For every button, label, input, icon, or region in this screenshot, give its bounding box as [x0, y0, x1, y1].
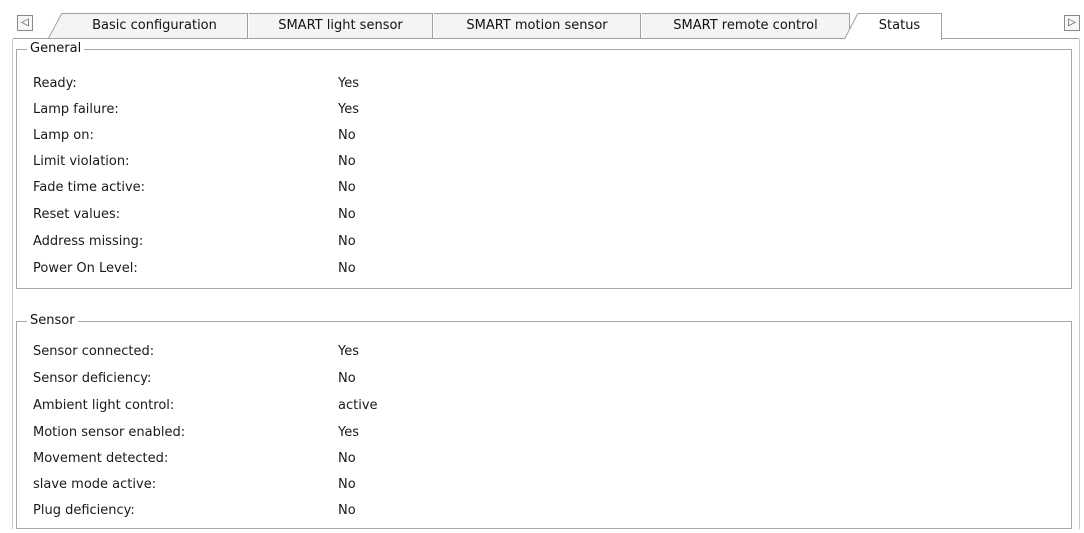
row-value: Yes: [338, 76, 359, 91]
row-label: Sensor connected:: [33, 344, 155, 359]
row-value: No: [338, 261, 356, 276]
row-value: No: [338, 180, 356, 195]
tab-smart-remote-control[interactable]: SMART remote control: [642, 13, 850, 39]
sensor-group-title: Sensor: [27, 313, 78, 329]
row-label: Address missing:: [33, 234, 144, 249]
row-value: No: [338, 128, 356, 143]
tab-label: SMART motion sensor: [466, 18, 608, 33]
tab-smart-light-sensor[interactable]: SMART light sensor: [249, 13, 433, 39]
row-value: No: [338, 477, 356, 492]
scroll-right-icon[interactable]: ▷: [1064, 15, 1080, 31]
tab-strip: ◁ Basic configuration SMART light sensor…: [0, 0, 1084, 40]
general-group: General Ready: Yes Lamp failure: Yes Lam…: [16, 41, 1072, 289]
row-label: slave mode active:: [33, 477, 157, 492]
sensor-group: Sensor Sensor connected: Yes Sensor defi…: [16, 313, 1072, 529]
general-group-title: General: [27, 41, 85, 57]
tab-edge: [48, 13, 62, 39]
row-value: No: [338, 207, 356, 222]
row-label: Power On Level:: [33, 261, 138, 276]
row-value: No: [338, 451, 356, 466]
tab-label: SMART remote control: [673, 18, 818, 33]
tab-label: Status: [878, 18, 921, 33]
row-label: Plug deficiency:: [33, 503, 135, 518]
tab-smart-motion-sensor[interactable]: SMART motion sensor: [434, 13, 641, 39]
row-value: Yes: [338, 425, 359, 440]
row-label: Fade time active:: [33, 180, 146, 195]
row-label: Lamp failure:: [33, 102, 119, 117]
row-label: Movement detected:: [33, 451, 169, 466]
tab-edge: [844, 13, 858, 39]
row-label: Limit violation:: [33, 154, 130, 169]
status-window: ◁ Basic configuration SMART light sensor…: [0, 0, 1084, 533]
tab-basic-configuration[interactable]: Basic configuration: [48, 13, 248, 39]
row-value: No: [338, 503, 356, 518]
row-label: Ready:: [33, 76, 77, 91]
row-value: active: [338, 398, 378, 413]
row-value: Yes: [338, 344, 359, 359]
tab-status[interactable]: Status: [844, 13, 942, 40]
row-label: Ambient light control:: [33, 398, 175, 413]
row-label: Reset values:: [33, 207, 121, 222]
scroll-left-icon[interactable]: ◁: [17, 15, 33, 31]
row-value: Yes: [338, 102, 359, 117]
row-label: Sensor deficiency:: [33, 371, 152, 386]
row-value: No: [338, 371, 356, 386]
row-value: No: [338, 234, 356, 249]
row-label: Lamp on:: [33, 128, 94, 143]
tab-label: Basic configuration: [92, 18, 217, 33]
row-label: Motion sensor enabled:: [33, 425, 186, 440]
tab-label: SMART light sensor: [278, 18, 403, 33]
row-value: No: [338, 154, 356, 169]
